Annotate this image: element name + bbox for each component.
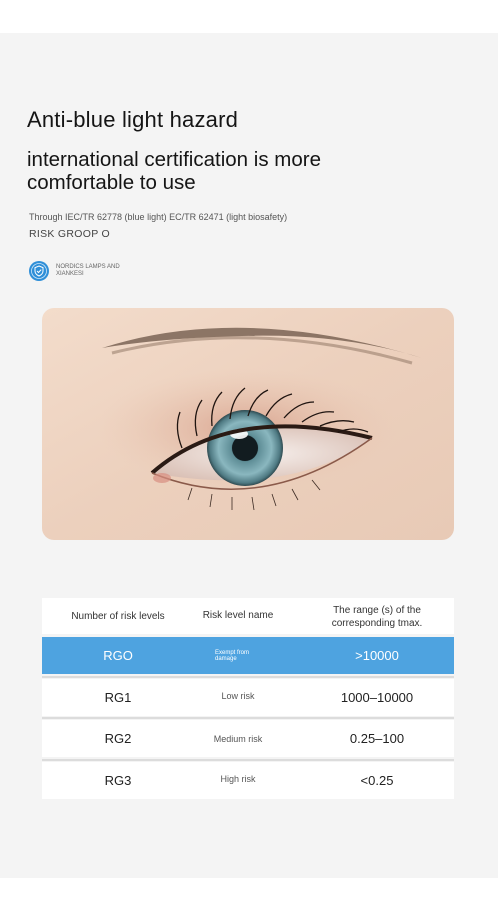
badge-label-line: XIANKESI [56, 271, 84, 277]
shield-check-icon [29, 261, 49, 281]
header-risk-name: Risk level name [202, 610, 274, 621]
badge-label: NORDICS LAMPS AND XIANKESI [56, 264, 156, 278]
range-cell: 1000–10000 [340, 690, 414, 705]
table-row: RGO Exempt from damage >10000 [42, 637, 454, 674]
header-range-line: corresponding tmax. [331, 618, 423, 629]
row-divider [42, 717, 454, 719]
header-range: The range (s) of the corresponding tmax. [300, 604, 454, 630]
page-title: Anti-blue light hazard [27, 107, 239, 132]
risk-name-cell: Low risk [221, 691, 255, 701]
table-header-row: Number of risk levels Risk level name Th… [42, 598, 454, 634]
row-divider [42, 676, 454, 678]
range-cell: 0.25–100 [349, 731, 405, 746]
risk-name-line: damage [215, 656, 237, 662]
badge-label-line: NORDICS LAMPS AND [56, 264, 120, 270]
certification-text: Through IEC/TR 62778 (blue light) EC/TR … [29, 212, 288, 222]
table-row: RG3 High risk <0.25 [42, 762, 454, 799]
risk-name-cell: High risk [220, 774, 256, 784]
risk-level-cell: RGO [103, 648, 133, 663]
risk-level-table: Number of risk levels Risk level name Th… [42, 598, 454, 800]
subtitle-line: international certification is more [27, 148, 321, 171]
subtitle-line: comfortable to use [27, 171, 196, 194]
risk-name-cell: Medium risk [213, 734, 263, 744]
header-range-line: The range (s) of the [333, 605, 421, 616]
risk-name-cell: Exempt from damage [215, 650, 249, 662]
row-divider [42, 759, 454, 761]
risk-group-text: RISK GROOP O [29, 228, 111, 240]
page-subtitle: international certification is more comf… [27, 148, 467, 194]
range-cell: <0.25 [360, 773, 394, 788]
table-row: RG2 Medium risk 0.25–100 [42, 720, 454, 757]
eye-photo [42, 308, 454, 540]
table-row: RG1 Low risk 1000–10000 [42, 679, 454, 716]
range-cell: >10000 [355, 648, 399, 663]
